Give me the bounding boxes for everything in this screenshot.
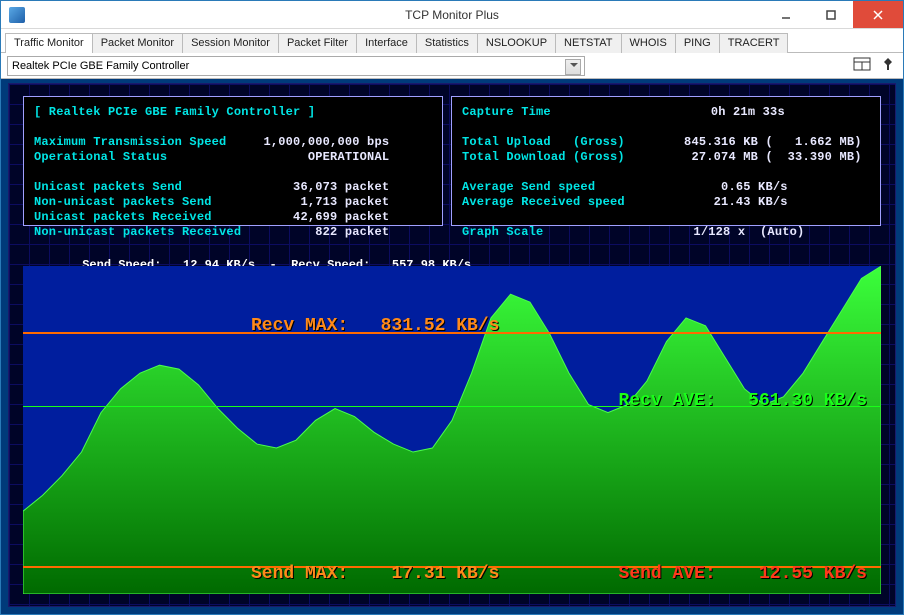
close-icon (872, 9, 884, 21)
packet-row: Unicast packets Send 36,073 packet (34, 180, 432, 195)
layout-toggle-button[interactable] (853, 56, 871, 75)
tab-packet-monitor[interactable]: Packet Monitor (92, 33, 183, 53)
maximize-button[interactable] (808, 1, 853, 28)
chevron-down-icon (570, 63, 578, 67)
average-row: Average Send speed 0.65 KB/s (462, 180, 870, 195)
total-row: Total Download (Gross) 27.074 MB ( 33.39… (462, 150, 870, 165)
tab-netstat[interactable]: NETSTAT (555, 33, 621, 53)
app-icon (9, 7, 25, 23)
controller-panel-title: [ Realtek PCIe GBE Family Controller ] (34, 105, 432, 120)
monitor-area: [ Realtek PCIe GBE Family Controller ] M… (8, 83, 896, 607)
graph-region: Send Speed: 12.94 KB/s - Recv Speed: 557… (23, 240, 881, 594)
average-row: Average Received speed 21.43 KB/s (462, 195, 870, 210)
recv-ave-overlay: Recv AVE: 561.30 KB/s (619, 391, 867, 411)
pin-button[interactable] (879, 56, 897, 75)
window-title: TCP Monitor Plus (405, 8, 499, 22)
minimize-icon (781, 10, 791, 20)
tab-nslookup[interactable]: NSLOOKUP (477, 33, 556, 53)
maximize-icon (826, 10, 836, 20)
pin-icon (879, 56, 897, 72)
window-controls (763, 1, 903, 28)
layout-icon (853, 56, 871, 72)
minimize-button[interactable] (763, 1, 808, 28)
stat-row: Maximum Transmission Speed 1,000,000,000… (34, 135, 432, 150)
tab-session-monitor[interactable]: Session Monitor (182, 33, 279, 53)
controller-panel: [ Realtek PCIe GBE Family Controller ] M… (23, 96, 443, 226)
send-max-overlay: Send MAX: 17.31 KB/s (251, 564, 499, 584)
stat-row: Operational Status OPERATIONAL (34, 150, 432, 165)
adapter-dropdown[interactable]: Realtek PCIe GBE Family Controller (7, 56, 585, 76)
tab-tracert[interactable]: TRACERT (719, 33, 789, 53)
traffic-graph: Recv MAX: 831.52 KB/s Recv AVE: 561.30 K… (23, 266, 881, 594)
packet-row: Non-unicast packets Send 1,713 packet (34, 195, 432, 210)
tab-whois[interactable]: WHOIS (621, 33, 676, 53)
capture-time-value: 0h 21m 33s (711, 105, 785, 119)
graph-scale-value: 1/128 x (Auto) (693, 225, 804, 239)
tab-bar: Traffic MonitorPacket MonitorSession Mon… (1, 29, 903, 53)
graph-scale-label: Graph Scale (462, 225, 543, 239)
toolbar: Realtek PCIe GBE Family Controller (1, 53, 903, 79)
adapter-selected-value: Realtek PCIe GBE Family Controller (12, 60, 189, 72)
recv-max-overlay: Recv MAX: 831.52 KB/s (251, 316, 499, 336)
tab-interface[interactable]: Interface (356, 33, 417, 53)
tab-traffic-monitor[interactable]: Traffic Monitor (5, 33, 93, 53)
tab-packet-filter[interactable]: Packet Filter (278, 33, 357, 53)
capture-time-label: Capture Time (462, 105, 551, 119)
tab-statistics[interactable]: Statistics (416, 33, 478, 53)
titlebar: TCP Monitor Plus (1, 1, 903, 29)
stats-panel: Capture Time 0h 21m 33s Total Upload (Gro… (451, 96, 881, 226)
packet-row: Non-unicast packets Received 822 packet (34, 225, 432, 240)
total-row: Total Upload (Gross) 845.316 KB ( 1.662 … (462, 135, 870, 150)
close-button[interactable] (853, 1, 903, 28)
packet-row: Unicast packets Received 42,699 packet (34, 210, 432, 225)
send-ave-overlay: Send AVE: 12.55 KB/s (619, 564, 867, 584)
tab-ping[interactable]: PING (675, 33, 720, 53)
